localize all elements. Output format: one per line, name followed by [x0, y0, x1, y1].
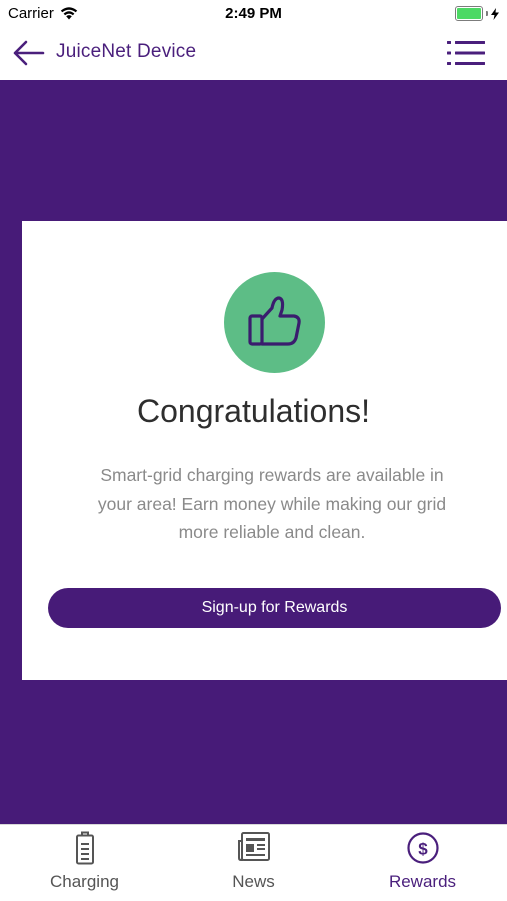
tab-bar: Charging News $ Rewards [0, 824, 507, 900]
menu-button[interactable] [447, 40, 485, 66]
page-title: JuiceNet Device [56, 41, 197, 62]
thumbs-up-icon [248, 296, 301, 346]
status-time: 2:49 PM [225, 5, 282, 22]
arrow-left-icon [13, 40, 45, 66]
tab-charging[interactable]: Charging [0, 825, 169, 901]
status-bar: Carrier 2:49 PM [0, 0, 507, 28]
thumbs-up-badge [224, 272, 325, 373]
tab-rewards-icon-wrap: $ [338, 831, 507, 865]
description-line: more reliable and clean. [178, 522, 366, 542]
tab-label: News [232, 872, 275, 891]
battery-icon [455, 6, 483, 21]
navigation-bar: JuiceNet Device [0, 28, 507, 80]
battery-icon [75, 831, 94, 865]
battery-cap [486, 11, 488, 16]
list-menu-icon [447, 41, 485, 65]
signup-rewards-button[interactable]: Sign-up for Rewards [48, 588, 501, 628]
dollar-circle-icon: $ [406, 832, 439, 864]
congratulations-heading: Congratulations! [136, 393, 371, 429]
back-button[interactable] [12, 38, 46, 68]
newspaper-icon [237, 832, 270, 861]
tab-rewards[interactable]: $ Rewards [338, 825, 507, 901]
rewards-description: Smart-grid charging rewards are availabl… [72, 461, 472, 547]
tab-news-icon-wrap [169, 831, 338, 865]
charging-bolt-icon [491, 7, 499, 20]
tab-label: Rewards [388, 872, 457, 891]
tab-label: Charging [50, 872, 119, 891]
battery-indicator [455, 6, 499, 21]
tab-charging-icon-wrap [0, 831, 169, 865]
tab-news[interactable]: News [169, 825, 338, 901]
description-line: your area! Earn money while making our g… [97, 493, 447, 514]
rewards-card: Congratulations! Smart-grid charging rew… [22, 221, 507, 680]
description-line: Smart-grid charging rewards are availabl… [100, 465, 444, 485]
battery-fill [457, 8, 481, 19]
svg-text:$: $ [418, 840, 428, 859]
